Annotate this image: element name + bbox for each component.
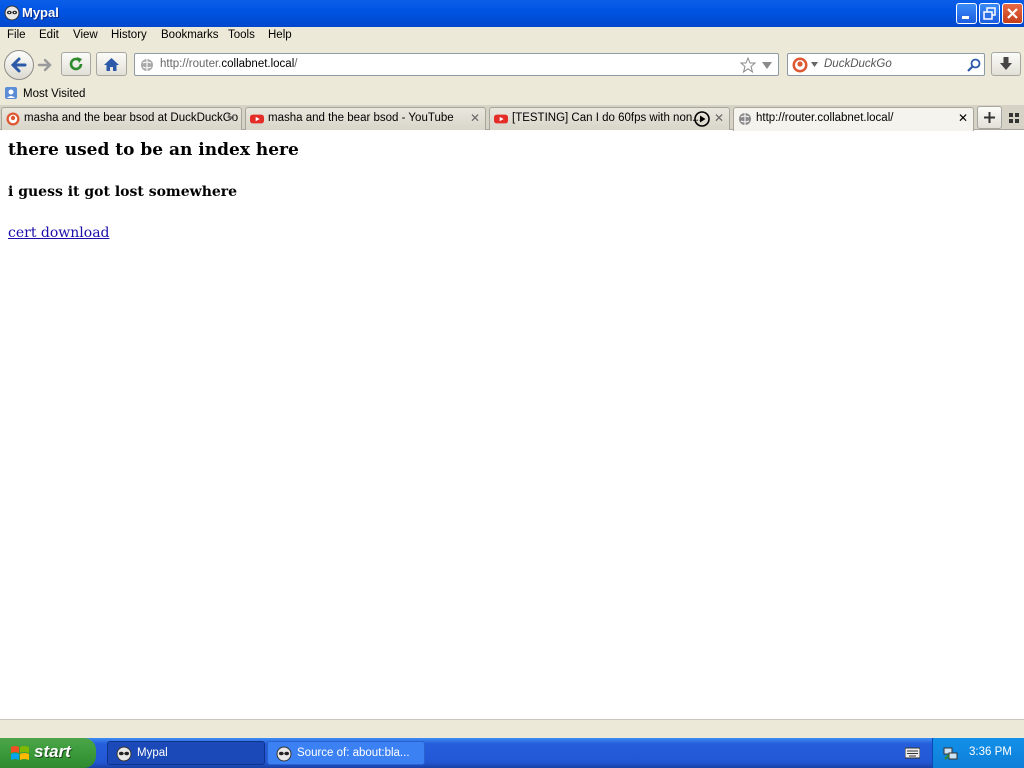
menu-bookmarks[interactable]: Bookmarks [161,29,219,41]
bookmarks-toolbar: Most Visited [0,83,1024,105]
back-button[interactable] [4,50,34,80]
taskbar-item-label: Mypal [137,747,168,759]
back-arrow-icon [10,57,27,73]
taskbar-item-mypal[interactable]: Mypal [107,741,265,765]
network-icon[interactable] [943,745,959,761]
search-icon[interactable] [966,57,982,73]
tab-close-icon[interactable]: ✕ [226,111,236,125]
home-button[interactable] [96,52,127,76]
menu-view[interactable]: View [73,29,98,41]
url-suffix: / [294,58,298,70]
globe-icon [739,113,751,125]
plus-icon [984,112,995,123]
close-icon [1007,8,1018,19]
title-bar[interactable]: Mypal [0,0,1024,27]
chevron-down-icon[interactable] [762,62,772,69]
url-prefix: http://router. [160,58,222,70]
most-visited-icon [5,87,17,99]
url-host: collabnet.local [221,58,295,70]
taskbar: start Mypal Source of: about:bla... 3:36… [0,738,1024,768]
home-icon [104,58,119,71]
reload-icon [69,57,83,71]
youtube-icon [494,114,508,124]
search-placeholder: DuckDuckGo [824,58,892,70]
download-arrow-icon [1000,57,1012,70]
url-text[interactable]: http://router.collabnet.local/ [160,58,297,70]
taskbar-item-source[interactable]: Source of: about:bla... [267,741,425,765]
raccoon-app-icon [116,746,132,762]
close-window-button[interactable] [1002,3,1023,24]
cert-download-link[interactable]: cert download [8,225,110,241]
tab-router-active[interactable]: http://router.collabnet.local/ ✕ [733,107,974,131]
window-title: Mypal [22,5,59,20]
menu-file[interactable]: File [7,29,26,41]
browser-window: Mypal File Edit View History Bookmarks T… [0,0,1024,738]
tab-label: masha and the bear bsod at DuckDuckGo [24,112,239,124]
navigation-toolbar: http://router.collabnet.local/ DuckDuckG… [0,46,1024,83]
system-tray: 3:36 PM [932,738,1024,768]
raccoon-app-icon [4,5,20,21]
status-bar [0,719,1024,738]
duckduckgo-icon [6,112,20,126]
forward-button[interactable] [35,56,55,74]
most-visited-link[interactable]: Most Visited [23,88,85,100]
reload-button[interactable] [61,52,91,76]
menu-edit[interactable]: Edit [39,29,59,41]
downloads-button[interactable] [991,52,1021,76]
forward-arrow-icon [37,58,52,72]
tab-close-icon[interactable]: ✕ [714,111,724,125]
url-bar[interactable]: http://router.collabnet.local/ [134,53,779,76]
tab-strip: masha and the bear bsod at DuckDuckGo ✕ … [0,105,1024,131]
audio-playing-icon[interactable] [694,111,710,127]
menu-bar: File Edit View History Bookmarks Tools H… [0,27,1024,46]
keyboard-icon[interactable] [905,746,920,760]
page-heading: there used to be an index here [8,140,299,160]
minimize-icon [962,16,969,19]
start-label: start [34,742,71,761]
restore-button[interactable] [979,3,1000,24]
minimize-button[interactable] [956,3,977,24]
globe-icon [141,59,153,71]
tab-youtube-video[interactable]: [TESTING] Can I do 60fps with non... ✕ [489,107,730,130]
list-all-tabs-icon[interactable] [1008,112,1020,124]
taskbar-item-label: Source of: about:bla... [297,747,410,759]
page-subheading: i guess it got lost somewhere [8,184,238,200]
menu-history[interactable]: History [111,29,147,41]
tab-duckduckgo-search[interactable]: masha and the bear bsod at DuckDuckGo ✕ [1,107,242,130]
menu-help[interactable]: Help [268,29,292,41]
clock[interactable]: 3:36 PM [969,746,1012,758]
tab-close-icon[interactable]: ✕ [470,111,480,125]
tab-youtube-search[interactable]: masha and the bear bsod - YouTube ✕ [245,107,486,130]
search-box[interactable]: DuckDuckGo [787,53,985,76]
page-content: there used to be an index here i guess i… [0,131,1024,719]
youtube-icon [250,114,264,124]
bookmark-star-icon[interactable] [740,57,756,73]
restore-icon [983,7,996,20]
menu-tools[interactable]: Tools [228,29,255,41]
search-engine-chevron-icon[interactable] [811,62,818,67]
tab-label: [TESTING] Can I do 60fps with non... [512,112,702,124]
tab-label: masha and the bear bsod - YouTube [268,112,454,124]
windows-logo-icon [11,746,29,760]
start-button[interactable]: start [0,738,96,768]
tab-label: http://router.collabnet.local/ [756,112,894,124]
new-tab-button[interactable] [977,106,1002,129]
tab-close-icon[interactable]: ✕ [958,111,968,125]
raccoon-app-icon [276,746,292,762]
duckduckgo-icon[interactable] [792,57,808,73]
